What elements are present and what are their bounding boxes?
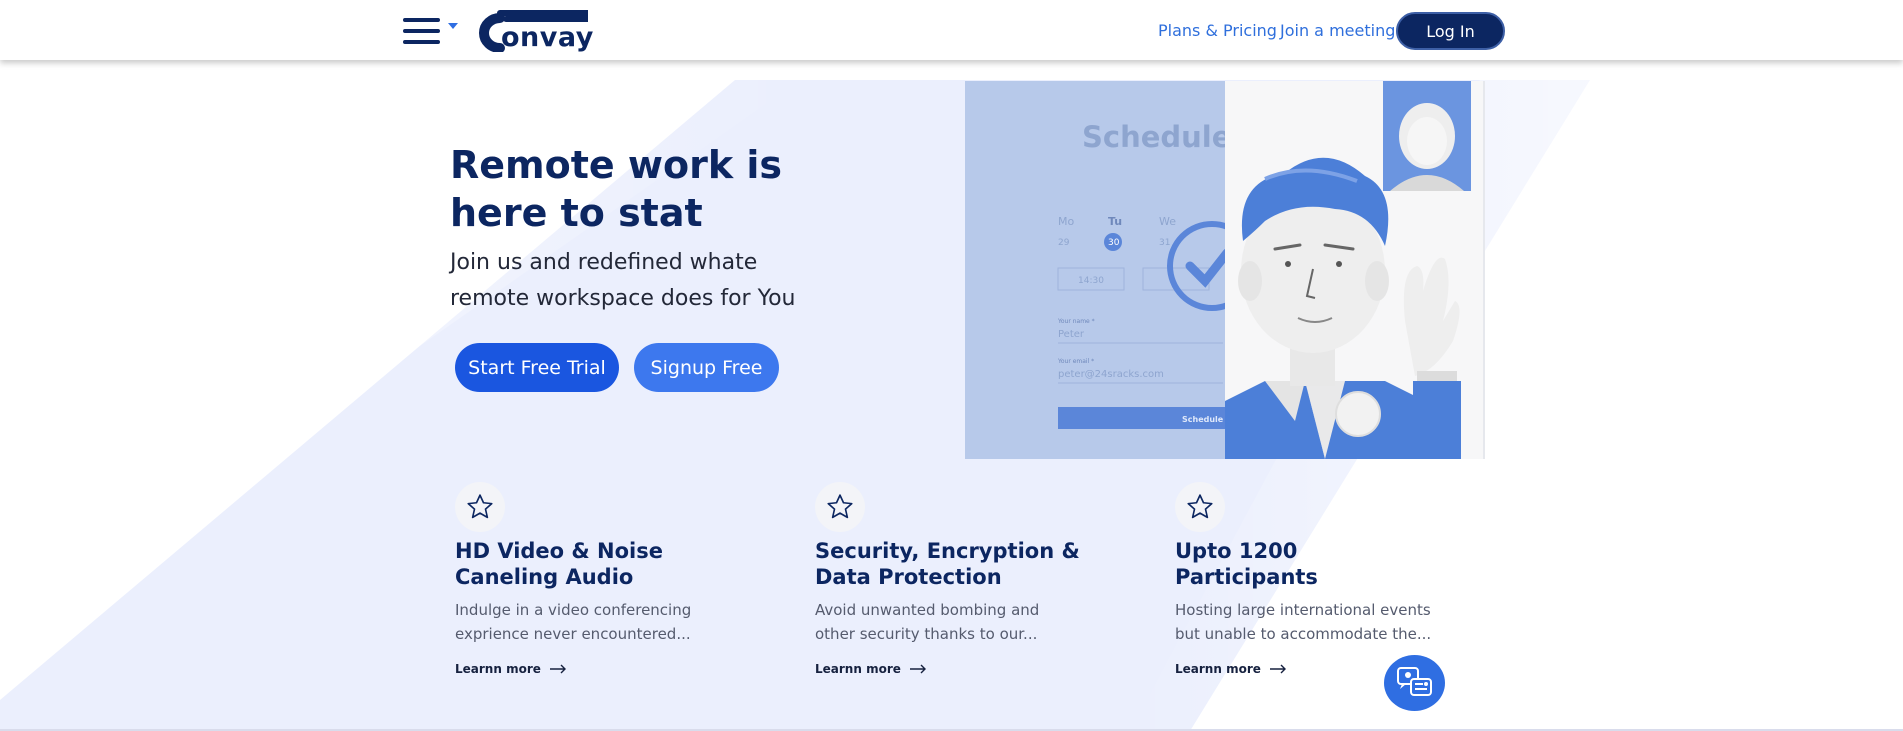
feature-title: Upto 1200 Participants xyxy=(1175,539,1318,589)
feature-participants: Upto 1200 Participants Hosting large int… xyxy=(1175,482,1475,646)
star-icon xyxy=(455,482,505,532)
illus-email-label: Your email * xyxy=(1057,358,1094,365)
hero-illustration: Schedule a Mo Tu We 29 30 31 14:30 Your … xyxy=(965,81,1485,459)
learn-more-link-security[interactable]: Learnn more xyxy=(815,662,927,676)
start-free-trial-button[interactable]: Start Free Trial xyxy=(455,343,619,392)
login-button[interactable]: Log In xyxy=(1396,12,1505,50)
learn-more-label: Learnn more xyxy=(1175,662,1261,676)
nav-join-meeting[interactable]: Join a meeting xyxy=(1280,21,1395,40)
illus-day-tu: Tu xyxy=(1108,215,1122,228)
illus-day-mo: Mo xyxy=(1058,215,1074,228)
nav-plans-pricing[interactable]: Plans & Pricing xyxy=(1158,21,1277,40)
star-icon xyxy=(815,482,865,532)
learn-more-label: Learnn more xyxy=(815,662,901,676)
arrow-right-icon xyxy=(549,664,566,674)
arrow-right-icon xyxy=(909,664,926,674)
learn-more-link-hd-video[interactable]: Learnn more xyxy=(455,662,567,676)
feature-description: Avoid unwanted bombing and other securit… xyxy=(815,601,1040,643)
brand-logo[interactable]: onvay xyxy=(466,10,593,53)
feature-hd-video: HD Video & Noise Caneling Audio Indulge … xyxy=(455,482,755,646)
arrow-right-icon xyxy=(1269,664,1286,674)
illus-email-value: peter@24sracks.com xyxy=(1058,369,1164,380)
brand-name: onvay xyxy=(501,22,594,53)
illus-name-value: Peter xyxy=(1058,329,1085,340)
learn-more-label: Learnn more xyxy=(455,662,541,676)
illus-date-30: 30 xyxy=(1108,238,1120,248)
hero-title: Remote work is here to stat xyxy=(450,143,782,235)
illus-date-29: 29 xyxy=(1058,238,1070,248)
chat-icon xyxy=(1396,667,1432,696)
feature-title: HD Video & Noise Caneling Audio xyxy=(455,539,663,589)
top-navbar: onvay Plans & Pricing Join a meeting Log… xyxy=(0,0,1903,60)
menu-icon[interactable] xyxy=(403,18,440,44)
illus-name-label: Your name * xyxy=(1057,318,1095,325)
illus-submit: Schedule f xyxy=(1182,415,1230,424)
star-icon xyxy=(1175,482,1225,532)
feature-security: Security, Encryption & Data Protection A… xyxy=(815,482,1115,646)
signup-free-button[interactable]: Signup Free xyxy=(634,343,779,392)
feature-description: Hosting large international events but u… xyxy=(1175,601,1432,643)
hero-subtitle: Join us and redefined whate remote works… xyxy=(450,250,796,311)
chat-widget-button[interactable] xyxy=(1384,655,1445,711)
illus-day-we: We xyxy=(1159,215,1176,228)
feature-description: Indulge in a video conferencing exprienc… xyxy=(455,601,692,643)
illus-time: 14:30 xyxy=(1078,276,1104,286)
illus-date-31: 31 xyxy=(1159,238,1170,248)
menu-caret-icon[interactable] xyxy=(448,23,458,29)
feature-title: Security, Encryption & Data Protection xyxy=(815,539,1080,589)
learn-more-link-participants[interactable]: Learnn more xyxy=(1175,662,1287,676)
